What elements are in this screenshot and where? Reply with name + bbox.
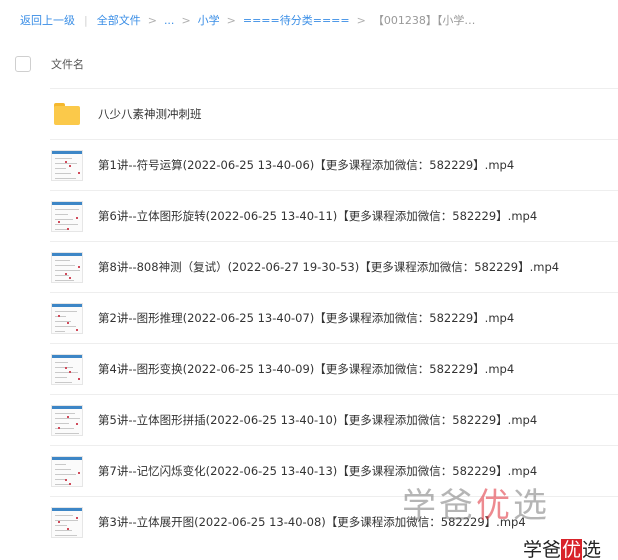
video-thumbnail-icon [51,150,83,181]
file-row[interactable]: 第5讲--立体图形拼插(2022-06-25 13-40-10)【更多课程添加微… [50,394,618,445]
file-name[interactable]: 第6讲--立体图形旋转(2022-06-25 13-40-11)【更多课程添加微… [98,208,537,224]
column-filename[interactable]: 文件名 [51,56,84,72]
breadcrumb-level2[interactable]: ====待分类==== [243,12,350,28]
video-thumbnail-icon [51,405,83,436]
file-name[interactable]: 第8讲--808神测（复试）(2022-06-27 19-30-53)【更多课程… [98,259,559,275]
video-thumbnail-icon [51,456,83,487]
watermark-small: 学爸优选 [523,535,602,560]
file-row[interactable]: 第8讲--808神测（复试）(2022-06-27 19-30-53)【更多课程… [50,241,618,292]
file-name[interactable]: 八少八素神测冲刺班 [98,106,202,122]
folder-icon [54,103,80,125]
chevron-right-icon: > [147,13,157,27]
file-row[interactable]: 第6讲--立体图形旋转(2022-06-25 13-40-11)【更多课程添加微… [50,190,618,241]
chevron-right-icon: > [181,13,191,27]
chevron-right-icon: > [356,13,366,27]
breadcrumb-ellipsis[interactable]: ... [164,14,175,27]
divider: | [84,13,88,27]
breadcrumb-all-files[interactable]: 全部文件 [97,12,141,28]
file-name[interactable]: 第2讲--图形推理(2022-06-25 13-40-07)【更多课程添加微信：… [98,310,514,326]
file-row[interactable]: 第1讲--符号运算(2022-06-25 13-40-06)【更多课程添加微信：… [50,139,618,190]
video-thumbnail-icon [51,201,83,232]
breadcrumb: 返回上一级 | 全部文件 > ... > 小学 > ====待分类==== > … [20,11,475,29]
file-name[interactable]: 第7讲--记忆闪烁变化(2022-06-25 13-40-13)【更多课程添加微… [98,463,537,479]
file-name[interactable]: 第4讲--图形变换(2022-06-25 13-40-09)【更多课程添加微信：… [98,361,514,377]
chevron-right-icon: > [226,13,236,27]
file-row[interactable]: 第4讲--图形变换(2022-06-25 13-40-09)【更多课程添加微信：… [50,343,618,394]
video-thumbnail-icon [51,507,83,538]
select-all-checkbox[interactable] [15,56,31,72]
folder-row[interactable]: 八少八素神测冲刺班 [50,88,618,139]
file-name[interactable]: 第5讲--立体图形拼插(2022-06-25 13-40-10)【更多课程添加微… [98,412,537,428]
watermark-large: 学爸优选 [402,486,550,526]
list-header: 文件名 [0,50,618,80]
video-thumbnail-icon [51,252,83,283]
back-link[interactable]: 返回上一级 [20,12,75,28]
file-name[interactable]: 第1讲--符号运算(2022-06-25 13-40-06)【更多课程添加微信：… [98,157,514,173]
breadcrumb-level1[interactable]: 小学 [198,12,220,28]
video-thumbnail-icon [51,303,83,334]
video-thumbnail-icon [51,354,83,385]
file-browser: 返回上一级 | 全部文件 > ... > 小学 > ====待分类==== > … [0,0,618,560]
breadcrumb-current: 【001238】【小学… [372,14,476,27]
file-row[interactable]: 第2讲--图形推理(2022-06-25 13-40-07)【更多课程添加微信：… [50,292,618,343]
